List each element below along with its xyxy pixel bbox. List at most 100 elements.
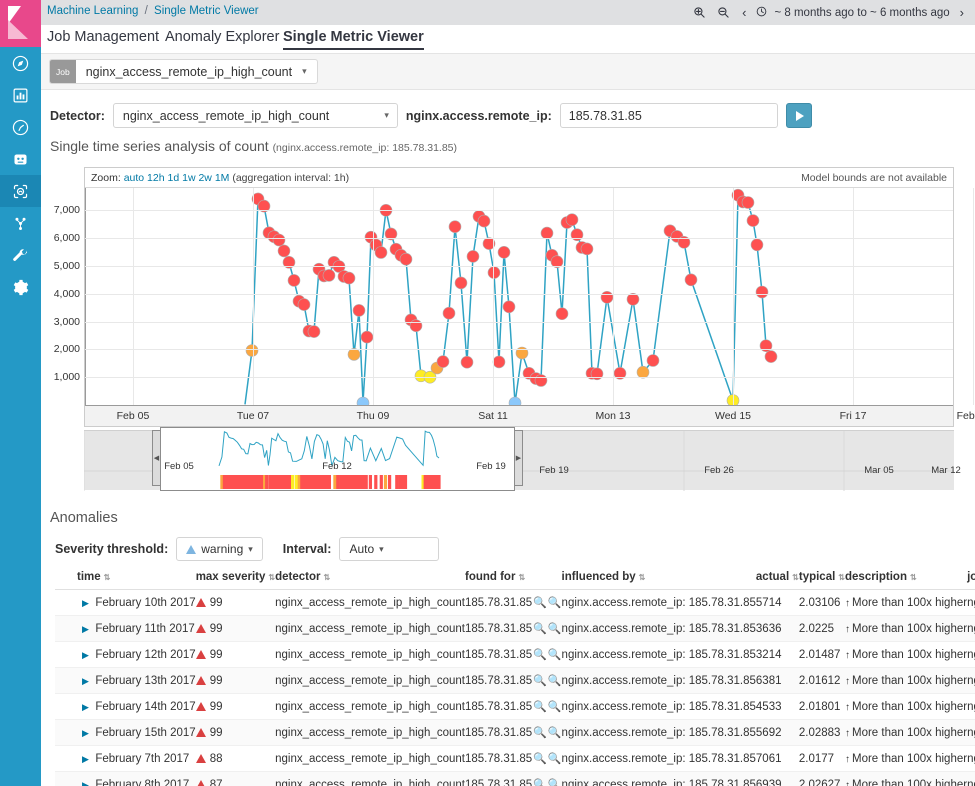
swimlane-bar-critical[interactable]: [336, 475, 340, 489]
sidebar-item-visualize[interactable]: [0, 79, 41, 111]
context-brush-window[interactable]: Feb 05 Feb 12 Feb 19 ◀ ▶: [152, 427, 523, 491]
sidebar-item-discover[interactable]: [0, 47, 41, 79]
swimlane-bar-critical[interactable]: [364, 475, 368, 489]
anomaly-marker-critical[interactable]: [307, 325, 321, 338]
magnify-icon[interactable]: 🔍: [548, 649, 562, 661]
magnify-icon[interactable]: 🔍: [548, 675, 562, 687]
magnify-icon[interactable]: 🔍: [533, 623, 547, 635]
sidebar-item-timelion[interactable]: [0, 143, 41, 175]
swimlane-bar-critical[interactable]: [374, 475, 378, 489]
anomaly-marker-critical[interactable]: [477, 214, 491, 228]
anomaly-marker-critical[interactable]: [502, 300, 516, 314]
tab-anomaly-explorer[interactable]: Anomaly Explorer: [165, 29, 279, 48]
table-row[interactable]: ▶ February 11th 2017 99 nginx_access_remot…: [55, 615, 975, 642]
anomaly-marker-critical[interactable]: [322, 269, 336, 282]
swimlane-bar-critical[interactable]: [388, 475, 392, 489]
row-expand-caret[interactable]: ▶: [77, 728, 89, 738]
zoom-option-12h[interactable]: 12h: [147, 172, 165, 184]
anomaly-marker-critical[interactable]: [646, 354, 660, 367]
brush-handle-right[interactable]: ▶: [514, 430, 523, 486]
swimlane-bar-critical[interactable]: [403, 475, 408, 489]
swimlane-bar-critical[interactable]: [379, 475, 383, 489]
zoom-option-1d[interactable]: 1d: [168, 172, 180, 184]
anomaly-marker-critical[interactable]: [272, 233, 286, 247]
row-expand-caret[interactable]: ▶: [77, 624, 89, 634]
focus-chart-plot[interactable]: 1,000 2,000 3,000 4,000 5,000 6,000 7,000: [54, 188, 974, 410]
anomaly-marker-critical[interactable]: [442, 306, 456, 320]
magnify-icon[interactable]: 🔍: [548, 779, 562, 786]
col-header-description[interactable]: description ⇅: [845, 571, 968, 590]
time-range-label[interactable]: ~ 8 months ago to ~ 6 months ago: [774, 7, 949, 19]
col-header-influenced-by[interactable]: influenced by ⇅: [561, 571, 756, 590]
magnify-icon[interactable]: 🔍: [548, 597, 562, 609]
zoom-option-auto[interactable]: auto: [124, 172, 144, 184]
magnify-icon[interactable]: 🔍: [533, 779, 547, 786]
table-row[interactable]: ▶ February 15th 2017 99 nginx_access_remot…: [55, 719, 975, 746]
sidebar-item-graph[interactable]: [0, 207, 41, 239]
anomaly-marker-critical[interactable]: [399, 252, 413, 266]
table-row[interactable]: ▶ February 14th 2017 99 nginx_access_remot…: [55, 693, 975, 720]
table-row[interactable]: ▶ February 7th 2017 88 nginx_access_remote…: [55, 745, 975, 772]
anomaly-marker-critical[interactable]: [750, 238, 764, 252]
table-row[interactable]: ▶ February 13th 2017 99 nginx_access_remot…: [55, 667, 975, 694]
anomaly-marker-critical[interactable]: [764, 350, 778, 363]
swimlane-bar-minor[interactable]: [294, 475, 298, 489]
anomaly-marker-critical[interactable]: [580, 242, 594, 256]
magnify-icon[interactable]: 🔍: [533, 597, 547, 609]
magnify-icon[interactable]: 🔍: [548, 753, 562, 765]
breadcrumb-current[interactable]: Single Metric Viewer: [154, 5, 259, 17]
anomaly-marker-critical[interactable]: [746, 214, 760, 227]
col-header-time[interactable]: time ⇅: [55, 571, 196, 590]
magnify-icon[interactable]: 🔍: [533, 675, 547, 687]
table-row[interactable]: ▶ February 8th 2017 87 nginx_access_remote…: [55, 771, 975, 786]
anomaly-marker-critical[interactable]: [360, 330, 374, 344]
anomaly-marker-critical[interactable]: [684, 273, 698, 287]
col-header-typical[interactable]: typical ⇅: [798, 571, 845, 590]
swimlane-bar-critical[interactable]: [437, 475, 441, 489]
magnify-icon[interactable]: 🔍: [548, 701, 562, 713]
row-expand-caret[interactable]: ▶: [77, 754, 89, 764]
swimlane-bar-major[interactable]: [383, 475, 388, 489]
magnify-icon[interactable]: 🔍: [548, 623, 562, 635]
magnify-icon[interactable]: 🔍: [548, 727, 562, 739]
sidebar-item-dev-tools[interactable]: [0, 239, 41, 271]
zoom-in-icon[interactable]: [687, 2, 711, 23]
col-header-found-for[interactable]: found for ⇅: [464, 571, 562, 590]
sidebar-item-machine-learning[interactable]: [0, 175, 41, 207]
anomaly-marker-critical[interactable]: [460, 355, 474, 369]
table-row[interactable]: ▶ February 12th 2017 99 nginx_access_remot…: [55, 641, 975, 668]
row-expand-caret[interactable]: ▶: [77, 650, 89, 660]
anomaly-marker-critical[interactable]: [492, 355, 506, 369]
context-chart-panel[interactable]: Feb 19 Feb 26 Mar 05 Mar 12 Feb 05 Feb 12 Feb…: [84, 427, 961, 491]
time-prev-button[interactable]: ‹: [739, 5, 749, 20]
sidebar-item-management[interactable]: [0, 271, 41, 303]
anomaly-marker-warning[interactable]: [508, 396, 522, 410]
tab-job-management[interactable]: Job Management: [47, 29, 159, 48]
swimlane-bar-critical[interactable]: [265, 475, 269, 489]
anomaly-marker-critical[interactable]: [454, 276, 468, 290]
magnify-icon[interactable]: 🔍: [533, 701, 547, 713]
row-expand-caret[interactable]: ▶: [77, 780, 89, 786]
swimlane-bar-minor[interactable]: [291, 475, 295, 489]
table-row[interactable]: ▶ February 10th 2017 99 nginx_access_remot…: [55, 589, 975, 616]
anomaly-marker-major[interactable]: [245, 344, 259, 357]
anomaly-marker-critical[interactable]: [436, 355, 450, 368]
magnify-icon[interactable]: 🔍: [533, 727, 547, 739]
col-header-actual[interactable]: actual ⇅: [755, 571, 799, 590]
row-expand-caret[interactable]: ▶: [77, 676, 89, 686]
anomaly-marker-critical[interactable]: [497, 246, 511, 259]
kibana-logo[interactable]: [0, 0, 41, 47]
detector-select[interactable]: nginx_access_remote_ip_high_count ▾: [112, 103, 398, 128]
anomaly-marker-critical[interactable]: [626, 293, 640, 306]
brush-handle-left[interactable]: ◀: [152, 430, 161, 486]
anomaly-marker-critical[interactable]: [297, 298, 311, 311]
zoom-option-1M[interactable]: 1M: [215, 172, 230, 184]
anomaly-marker-critical[interactable]: [374, 246, 388, 259]
anomaly-marker-critical[interactable]: [466, 250, 480, 263]
zoom-out-icon[interactable]: [711, 2, 735, 23]
swimlane-bar-major[interactable]: [333, 475, 337, 489]
interval-select[interactable]: Auto ▾: [339, 537, 440, 561]
swimlane-bar-critical[interactable]: [395, 475, 399, 489]
zoom-option-2w[interactable]: 2w: [198, 172, 211, 184]
anomaly-marker-critical[interactable]: [555, 307, 569, 320]
